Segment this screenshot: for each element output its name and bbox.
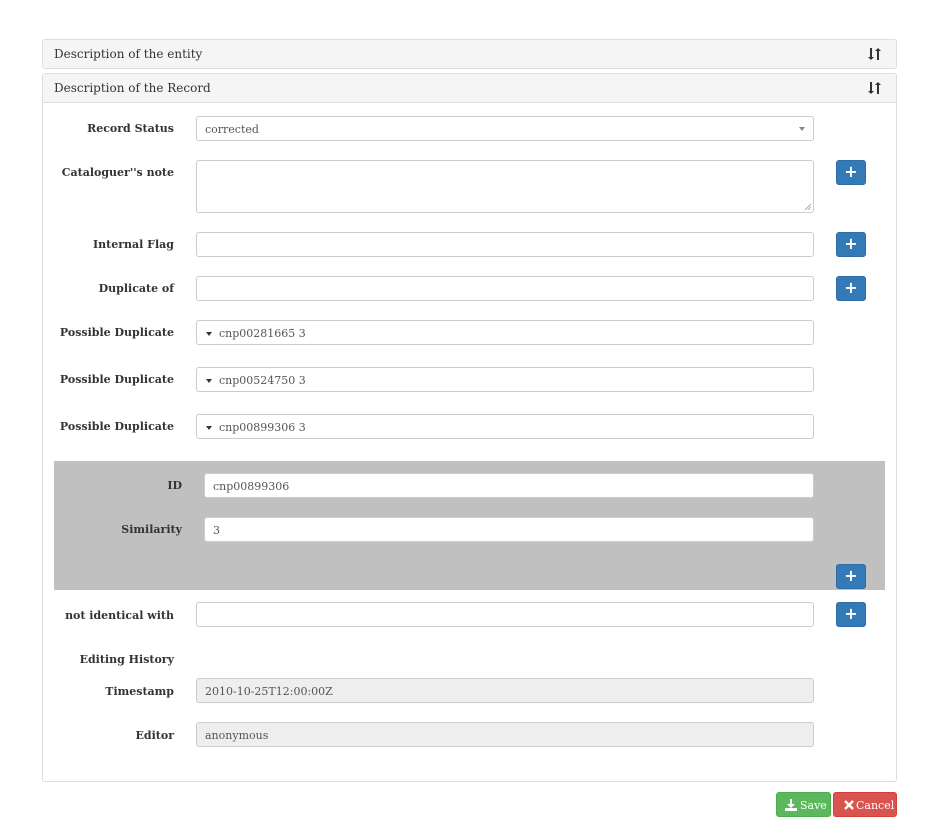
possible-duplicate-toggle[interactable]: cnp00899306 3	[196, 414, 814, 439]
similarity-input[interactable]: 3	[204, 517, 814, 542]
plus-icon: +	[844, 162, 858, 181]
cataloguer-note-textarea[interactable]	[196, 160, 814, 213]
caret-down-icon[interactable]	[206, 379, 212, 383]
save-label: Save	[800, 799, 827, 812]
caret-down-icon[interactable]	[206, 426, 212, 430]
record-status-label: Record Status	[87, 122, 174, 135]
timestamp-label: Timestamp	[105, 685, 174, 698]
add-internal-flag-button[interactable]: +	[836, 232, 866, 257]
similarity-value: 3	[213, 524, 220, 537]
add-not-identical-with-button[interactable]: +	[836, 602, 866, 627]
entity-panel: Description of the entity	[42, 39, 897, 69]
not-identical-with-input[interactable]	[196, 602, 814, 627]
resize-grip-icon[interactable]	[804, 203, 811, 210]
editor-label: Editor	[135, 729, 174, 742]
record-panel-heading[interactable]: Description of the Record	[43, 74, 896, 103]
add-duplicate-button[interactable]: +	[836, 564, 866, 589]
internal-flag-label: Internal Flag	[93, 238, 174, 251]
sort-icon[interactable]	[868, 47, 882, 61]
save-button[interactable]: Save	[776, 792, 831, 817]
add-duplicate-of-button[interactable]: +	[836, 276, 866, 301]
record-panel: Description of the Record Record Status …	[42, 73, 897, 782]
internal-flag-input[interactable]	[196, 232, 814, 257]
plus-icon: +	[844, 566, 858, 585]
timestamp-value: 2010-10-25T12:00:00Z	[205, 685, 333, 698]
possible-duplicate-label: Possible Duplicate	[59, 373, 174, 386]
possible-duplicate-value: cnp00524750 3	[219, 374, 306, 387]
download-icon	[785, 799, 797, 811]
cancel-button[interactable]: Cancel	[833, 792, 897, 817]
expanded-duplicate-section: ID cnp00899306 Similarity 3 +	[54, 461, 885, 590]
timestamp-field: 2010-10-25T12:00:00Z	[196, 678, 814, 703]
similarity-label: Similarity	[121, 523, 182, 536]
times-icon	[844, 800, 854, 810]
chevron-down-icon	[799, 127, 805, 131]
record-panel-title: Description of the Record	[54, 81, 211, 95]
possible-duplicate-toggle[interactable]: cnp00281665 3	[196, 320, 814, 345]
editing-history-heading: Editing History	[79, 653, 174, 666]
cancel-label: Cancel	[856, 799, 895, 812]
plus-icon: +	[844, 234, 858, 253]
entity-panel-title: Description of the entity	[54, 47, 203, 61]
caret-down-icon[interactable]	[206, 332, 212, 336]
record-status-select[interactable]: corrected	[196, 116, 814, 141]
id-label: ID	[167, 479, 182, 492]
entity-panel-heading[interactable]: Description of the entity	[43, 40, 896, 68]
editor-field: anonymous	[196, 722, 814, 747]
add-cataloguer-note-button[interactable]: +	[836, 160, 866, 185]
plus-icon: +	[844, 604, 858, 623]
possible-duplicate-value: cnp00281665 3	[219, 327, 306, 340]
possible-duplicate-toggle[interactable]: cnp00524750 3	[196, 367, 814, 392]
duplicate-of-label: Duplicate of	[98, 282, 174, 295]
sort-icon[interactable]	[868, 81, 882, 95]
editor-value: anonymous	[205, 729, 269, 742]
possible-duplicate-value: cnp00899306 3	[219, 421, 306, 434]
id-value: cnp00899306	[213, 480, 290, 493]
cataloguer-note-label: Cataloguer''s note	[61, 166, 174, 179]
possible-duplicate-label: Possible Duplicate	[59, 326, 174, 339]
plus-icon: +	[844, 278, 858, 297]
not-identical-with-label: not identical with	[65, 609, 174, 622]
possible-duplicate-label: Possible Duplicate	[59, 420, 174, 433]
record-status-value: corrected	[205, 123, 259, 136]
duplicate-of-input[interactable]	[196, 276, 814, 301]
id-input[interactable]: cnp00899306	[204, 473, 814, 498]
